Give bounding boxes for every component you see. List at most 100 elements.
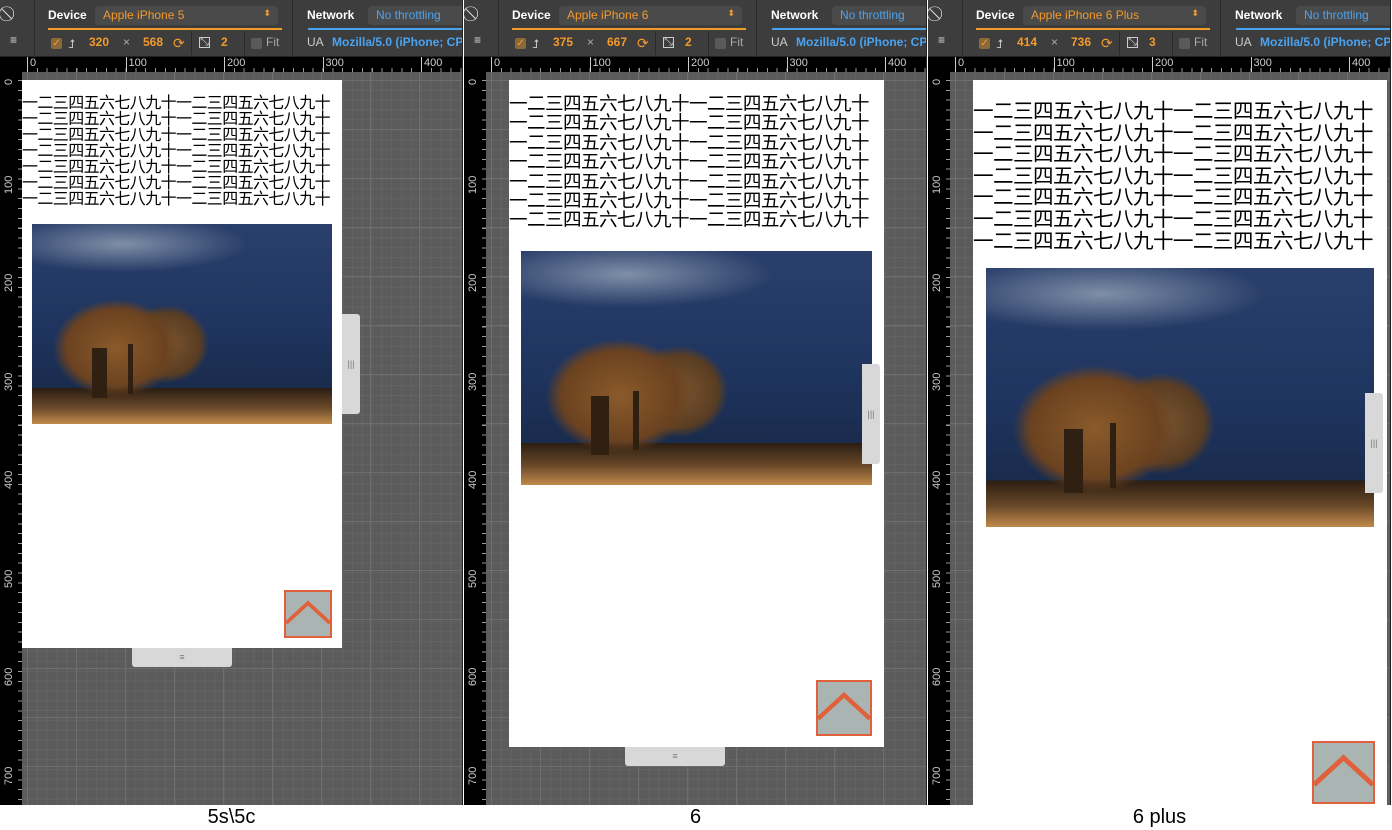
device-select-value: Apple iPhone 6 — [567, 8, 649, 22]
device-toolbar: ⃠ ≡ Device Apple iPhone 6 Plus⬍ Network … — [928, 0, 1390, 57]
divider — [1119, 31, 1120, 55]
ruler-tick-label: 200 — [467, 273, 479, 292]
device-caption: 6 — [689, 806, 702, 828]
network-underline — [772, 28, 926, 30]
network-label: Network — [1235, 8, 1283, 22]
scale-icon: ⤡ — [199, 36, 210, 48]
dimensions-checkbox[interactable]: ✓ — [51, 38, 62, 49]
network-throttle-select[interactable]: No throttling — [832, 6, 926, 25]
rotate-icon[interactable]: ⟳ — [173, 36, 185, 50]
text-line: 一二三四五六七八九十一二三四五六七八九十 — [509, 171, 869, 193]
ruler-tick-label: 500 — [3, 569, 15, 588]
height-input[interactable]: 568 — [143, 35, 163, 49]
device-select[interactable]: Apple iPhone 6 Plus ⬍ — [1023, 6, 1206, 25]
user-agent-input[interactable]: Mozilla/5.0 (iPhone; CPU — [332, 35, 462, 49]
device-select-value: Apple iPhone 5 — [103, 8, 185, 22]
scroll-to-top-button[interactable] — [1312, 741, 1375, 804]
chevron-up-icon — [816, 692, 872, 721]
tree-trunk — [633, 391, 639, 450]
device-label: Device — [512, 8, 551, 22]
height-resize-handle[interactable]: ≡ — [132, 648, 232, 667]
width-input[interactable]: 320 — [89, 35, 109, 49]
horizontal-ruler: 0 100 200 300 400 — [486, 57, 926, 72]
ruler-tick-label: 500 — [467, 569, 479, 588]
device-underline — [976, 28, 1210, 30]
device-select[interactable]: Apple iPhone 6 ⬍ — [559, 6, 742, 25]
width-resize-handle[interactable]: ||| — [342, 314, 360, 414]
rotate-icon[interactable]: ⟳ — [1101, 36, 1113, 50]
device-pixel-ratio-input[interactable]: 2 — [221, 35, 228, 49]
width-resize-handle[interactable]: ||| — [1365, 393, 1383, 493]
divider — [756, 0, 757, 57]
select-arrows-icon: ⬍ — [263, 8, 271, 18]
ruler-tick-label: 300 — [322, 57, 344, 72]
height-input[interactable]: 667 — [607, 35, 627, 49]
scroll-to-top-button[interactable] — [284, 590, 332, 638]
ruler-tick-label: 400 — [421, 57, 442, 72]
device-underline — [48, 28, 282, 30]
rotate-icon[interactable]: ⟳ — [637, 36, 649, 50]
menu-lines-icon[interactable]: ≡ — [474, 33, 481, 47]
device-toolbar: ⃠ ≡ Device Apple iPhone 5⬍ Network No th… — [0, 0, 462, 57]
ruler-tick-label: 400 — [3, 470, 15, 489]
divider — [1172, 31, 1173, 55]
horizontal-ruler: 0 100 200 300 400 — [950, 57, 1390, 72]
menu-lines-icon[interactable]: ≡ — [938, 33, 945, 47]
ruler-tick-label: 100 — [589, 57, 611, 72]
device-underline — [512, 28, 746, 30]
ruler-tick-label: 600 — [467, 667, 479, 686]
ruler-tick-label: 0 — [491, 57, 500, 72]
network-throttle-select[interactable]: No throttling — [1296, 6, 1390, 25]
device-select-value: Apple iPhone 6 Plus — [1031, 8, 1140, 22]
ruler-tick-label: 0 — [931, 78, 943, 85]
tree-trunk — [1063, 428, 1083, 494]
text-line: 一二三四五六七八九十一二三四五六七八九十 — [509, 132, 869, 154]
width-resize-handle[interactable]: ||| — [862, 364, 880, 464]
device-label: Device — [976, 8, 1015, 22]
fit-checkbox[interactable] — [251, 38, 262, 49]
menu-lines-icon[interactable]: ≡ — [10, 33, 17, 47]
user-agent-input[interactable]: Mozilla/5.0 (iPhone; CPU — [796, 35, 926, 49]
fit-checkbox[interactable] — [715, 38, 726, 49]
user-agent-input[interactable]: Mozilla/5.0 (iPhone; CPU — [1260, 35, 1390, 49]
select-arrows-icon: ⬍ — [727, 8, 735, 18]
device-caption: 6 plus — [1132, 806, 1187, 828]
times-sign: × — [587, 35, 595, 49]
vertical-ruler: 0 100 200 300 400 500 600 700 — [928, 57, 950, 805]
tree-trunk — [591, 396, 609, 455]
ruler-tick-label: 400 — [467, 470, 479, 489]
horizontal-ruler: 0 100 200 300 400 — [22, 57, 462, 72]
scale-icon: ⤡ — [1127, 36, 1138, 48]
ua-label: UA — [1235, 35, 1252, 49]
height-resize-handle[interactable]: ≡ — [625, 747, 725, 766]
toolbar-icon-column — [928, 0, 963, 57]
text-line: 一二三四五六七八九十一二三四五六七八九十 — [509, 152, 869, 174]
vertical-ruler: 0 100 200 300 400 500 600 700 — [0, 57, 22, 805]
network-throttle-select[interactable]: No throttling — [368, 6, 462, 25]
ruler-tick-label: 600 — [931, 667, 943, 686]
ruler-tick-label: 200 — [931, 273, 943, 292]
scroll-to-top-button[interactable] — [816, 680, 872, 736]
width-input[interactable]: 375 — [553, 35, 573, 49]
network-underline — [1236, 28, 1390, 30]
ruler-tick-label: 0 — [27, 57, 36, 72]
device-label: Device — [48, 8, 87, 22]
night-sky-tree-photo — [521, 251, 872, 485]
fit-checkbox[interactable] — [1179, 38, 1190, 49]
height-input[interactable]: 736 — [1071, 35, 1091, 49]
width-input[interactable]: 414 — [1017, 35, 1037, 49]
ruler-tick-label: 0 — [3, 78, 15, 85]
ruler-tick-label: 200 — [1152, 57, 1173, 72]
device-pixel-ratio-input[interactable]: 2 — [685, 35, 692, 49]
device-select[interactable]: Apple iPhone 5 ⬍ — [95, 6, 278, 25]
device-pixel-ratio-input[interactable]: 3 — [1149, 35, 1156, 49]
dimensions-checkbox[interactable]: ✓ — [515, 38, 526, 49]
ruler-tick-label: 300 — [3, 372, 15, 391]
network-label: Network — [307, 8, 355, 22]
chevron-up-icon — [1312, 754, 1375, 787]
ruler-tick-label: 300 — [786, 57, 808, 72]
resize-arrows-icon: ⮥ — [68, 37, 76, 51]
text-line: 一二三四五六七八九十一二三四五六七八九十 — [509, 94, 869, 115]
tree-trunk — [1110, 423, 1116, 489]
dimensions-checkbox[interactable]: ✓ — [979, 38, 990, 49]
